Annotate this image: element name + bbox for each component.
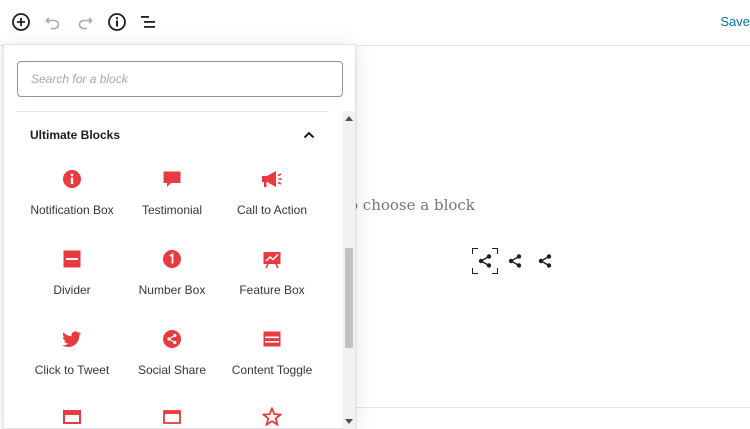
block-item-testimonial[interactable]: Testimonial xyxy=(122,161,222,233)
toggle-panels-icon xyxy=(260,327,284,351)
block-label: Click to Tweet xyxy=(34,363,110,377)
speech-bubble-icon xyxy=(160,167,184,191)
block-item-tabbed-content[interactable] xyxy=(22,401,122,428)
undo-icon xyxy=(45,17,60,30)
info-icon xyxy=(108,13,126,31)
tab-box-icon xyxy=(60,407,84,427)
scrollbar-thumb[interactable] xyxy=(345,248,353,348)
share-button-selected[interactable] xyxy=(472,248,498,274)
block-item-divider[interactable]: Divider xyxy=(22,241,122,313)
chevron-up-icon xyxy=(303,131,315,139)
block-label: Content Toggle xyxy=(231,363,313,377)
editor-footer-divider xyxy=(355,407,750,408)
twitter-icon xyxy=(60,327,84,351)
share-icon xyxy=(538,254,552,268)
divider-icon xyxy=(60,247,84,271)
block-label: Divider xyxy=(53,283,91,297)
block-item-feature-box[interactable]: Feature Box xyxy=(222,241,322,313)
block-label: Testimonial xyxy=(141,203,203,217)
inserter-scrollbar[interactable] xyxy=(343,111,355,429)
panel-title: Ultimate Blocks xyxy=(30,128,121,142)
scroll-down-button[interactable] xyxy=(343,415,355,429)
triangle-up-icon xyxy=(345,116,353,121)
block-item-social-share[interactable]: Social Share xyxy=(122,321,222,393)
chart-board-icon xyxy=(260,247,284,271)
search-divider xyxy=(17,111,329,112)
block-item-click-to-tweet[interactable]: Click to Tweet xyxy=(22,321,122,393)
undo-button[interactable] xyxy=(41,10,65,34)
block-item-content-toggle[interactable]: Content Toggle xyxy=(222,321,322,393)
save-draft-button[interactable]: Save xyxy=(720,14,750,29)
share-circle-icon xyxy=(160,327,184,351)
triangle-down-icon xyxy=(345,419,353,424)
plus-circle-icon xyxy=(12,13,30,31)
redo-icon xyxy=(78,17,93,30)
number-one-icon xyxy=(160,247,184,271)
block-item-browser-block[interactable] xyxy=(122,401,222,428)
share-icon xyxy=(508,254,522,268)
block-search-input[interactable] xyxy=(17,61,343,97)
block-navigation-button[interactable] xyxy=(136,10,160,34)
star-icon xyxy=(260,407,284,427)
block-item-number-box[interactable]: Number Box xyxy=(122,241,222,313)
megaphone-icon xyxy=(260,167,284,191)
add-block-button[interactable] xyxy=(9,10,33,34)
social-share-block[interactable] xyxy=(472,248,558,274)
info-circle-icon xyxy=(60,167,84,191)
block-appender-placeholder[interactable]: o choose a block xyxy=(349,196,475,214)
block-item-call-to-action[interactable]: Call to Action xyxy=(222,161,322,233)
block-item-star-rating[interactable] xyxy=(222,401,322,428)
editor-toolbar: Save xyxy=(0,0,750,46)
block-label: Call to Action xyxy=(236,203,308,217)
block-label: Notification Box xyxy=(30,203,114,217)
ultimate-blocks-panel-toggle[interactable]: Ultimate Blocks xyxy=(17,117,329,153)
block-item-notification-box[interactable]: Notification Box xyxy=(22,161,122,233)
browser-window-icon xyxy=(160,407,184,427)
block-label: Social Share xyxy=(137,363,207,377)
list-icon xyxy=(141,16,155,28)
scroll-up-button[interactable] xyxy=(343,111,355,125)
redo-button[interactable] xyxy=(73,10,97,34)
block-label: Number Box xyxy=(138,283,206,297)
content-info-button[interactable] xyxy=(105,10,129,34)
share-icon xyxy=(478,254,492,268)
share-button[interactable] xyxy=(532,248,558,274)
block-label: Feature Box xyxy=(239,283,305,297)
block-inserter-popover: Ultimate Blocks Notification Box Tes xyxy=(3,44,356,429)
share-button[interactable] xyxy=(502,248,528,274)
